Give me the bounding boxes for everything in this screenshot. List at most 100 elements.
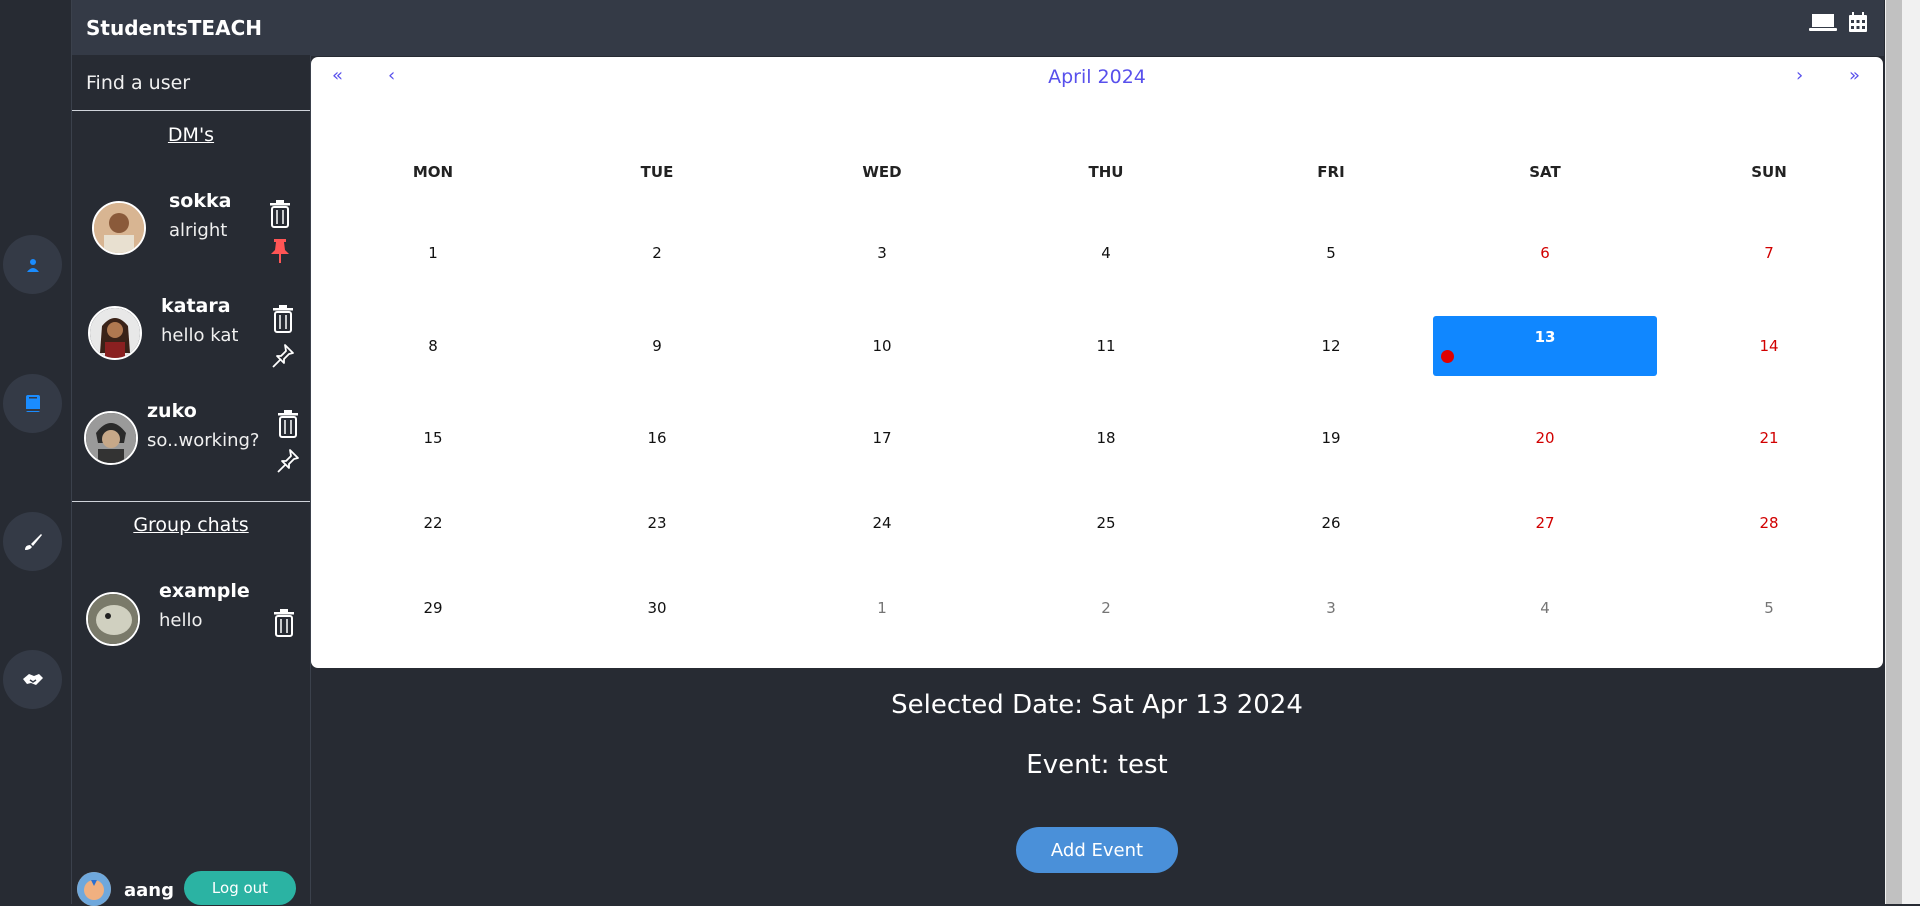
day-cell[interactable]: 3	[1219, 578, 1443, 638]
day-cell[interactable]: 16	[545, 408, 769, 468]
day-number: 19	[1321, 429, 1341, 447]
day-number: 13	[1534, 328, 1556, 346]
day-cell[interactable]: 17	[770, 408, 994, 468]
avatar	[84, 411, 138, 465]
dm-item-zuko[interactable]: zuko so..working?	[72, 390, 310, 490]
dm-section-title: DM's	[167, 124, 215, 146]
day-cell[interactable]: 11	[994, 316, 1218, 376]
group-item-example[interactable]: example hello	[72, 572, 310, 672]
weekday-sun: SUN	[1751, 163, 1787, 181]
day-cell[interactable]: 3	[770, 223, 994, 283]
day-cell[interactable]: 27	[1433, 493, 1657, 553]
next-year-button[interactable]: »	[1849, 65, 1860, 86]
day-cell[interactable]: 14	[1657, 316, 1881, 376]
avatar	[92, 201, 146, 255]
day-number: 3	[1326, 599, 1336, 617]
day-number: 9	[652, 337, 662, 355]
book-icon	[25, 394, 40, 412]
courses-nav-button[interactable]	[3, 374, 62, 433]
day-cell[interactable]: 29	[321, 578, 545, 638]
day-number: 3	[877, 244, 887, 262]
day-number: 4	[1540, 599, 1550, 617]
month-label[interactable]: April 2024	[311, 66, 1883, 88]
day-cell[interactable]: 28	[1657, 493, 1881, 553]
day-number: 16	[647, 429, 667, 447]
scrollbar-thumb[interactable]	[1886, 0, 1902, 904]
day-cell[interactable]: 21	[1657, 408, 1881, 468]
day-cell[interactable]: 18	[994, 408, 1218, 468]
trash-icon[interactable]	[271, 305, 295, 333]
calendar: « ‹ April 2024 › » MON TUE WED THU FRI SAT SUN…	[311, 57, 1883, 668]
selected-date-text: Selected Date: Sat Apr 13 2024	[891, 690, 1303, 720]
group-section-title: Group chats	[133, 514, 249, 536]
day-cell[interactable]: 20	[1433, 408, 1657, 468]
day-number: 29	[423, 599, 443, 617]
dm-name: zuko	[147, 400, 197, 422]
dm-last-message: alright	[169, 220, 228, 241]
pin-outline-icon[interactable]	[276, 448, 300, 474]
day-cell[interactable]: 2	[545, 223, 769, 283]
day-number: 17	[872, 429, 892, 447]
day-cell[interactable]: 12	[1219, 316, 1443, 376]
day-cell[interactable]: 4	[1433, 578, 1657, 638]
day-cell[interactable]: 19	[1219, 408, 1443, 468]
day-number: 7	[1764, 244, 1774, 262]
day-number: 27	[1535, 514, 1555, 532]
day-number: 24	[872, 514, 892, 532]
day-number: 18	[1096, 429, 1116, 447]
day-cell[interactable]: 15	[321, 408, 545, 468]
day-cell[interactable]: 26	[1219, 493, 1443, 553]
weekday-sat: SAT	[1529, 163, 1561, 181]
day-cell[interactable]: 10	[770, 316, 994, 376]
day-cell[interactable]: 22	[321, 493, 545, 553]
day-number: 5	[1764, 599, 1774, 617]
add-event-button[interactable]: Add Event	[1016, 827, 1178, 873]
day-cell[interactable]: 4	[994, 223, 1218, 283]
dm-item-katara[interactable]: katara hello kat	[72, 285, 310, 385]
day-cell[interactable]: 24	[770, 493, 994, 553]
profile-nav-button[interactable]	[3, 235, 62, 294]
day-number: 14	[1759, 337, 1779, 355]
calendar-icon[interactable]	[1849, 12, 1867, 32]
day-cell[interactable]: 1	[321, 223, 545, 283]
day-number: 26	[1321, 514, 1341, 532]
day-number: 15	[423, 429, 443, 447]
weekday-tue: TUE	[640, 163, 674, 181]
pin-filled-icon[interactable]	[268, 238, 292, 264]
trash-icon[interactable]	[268, 200, 292, 228]
day-number: 30	[647, 599, 667, 617]
day-cell[interactable]: 5	[1219, 223, 1443, 283]
trash-icon[interactable]	[272, 609, 296, 637]
day-cell[interactable]: 23	[545, 493, 769, 553]
pin-outline-icon[interactable]	[271, 343, 295, 369]
day-cell[interactable]: 30	[545, 578, 769, 638]
day-cell[interactable]: 2	[994, 578, 1218, 638]
dm-item-sokka[interactable]: sokka alright	[72, 180, 310, 280]
day-number: 28	[1759, 514, 1779, 532]
day-cell[interactable]: 8	[321, 316, 545, 376]
day-number: 25	[1096, 514, 1116, 532]
art-nav-button[interactable]	[3, 512, 62, 571]
current-user-avatar[interactable]	[77, 872, 111, 906]
logout-button[interactable]: Log out	[184, 871, 296, 905]
day-cell[interactable]: 6	[1433, 223, 1657, 283]
day-number: 23	[647, 514, 667, 532]
laptop-icon[interactable]	[1809, 12, 1837, 32]
day-cell[interactable]: 9	[545, 316, 769, 376]
day-cell[interactable]: 13	[1433, 316, 1657, 376]
day-cell[interactable]: 5	[1657, 578, 1881, 638]
dm-last-message: so..working?	[147, 430, 260, 451]
day-number: 11	[1096, 337, 1116, 355]
day-cell[interactable]: 1	[770, 578, 994, 638]
next-month-button[interactable]: ›	[1796, 65, 1803, 86]
day-cell[interactable]: 7	[1657, 223, 1881, 283]
weekday-thu: THU	[1088, 163, 1124, 181]
day-cell[interactable]: 25	[994, 493, 1218, 553]
dm-last-message: hello kat	[161, 325, 239, 346]
tutoring-nav-button[interactable]	[3, 650, 62, 709]
group-name: example	[159, 580, 250, 602]
find-user-link[interactable]: Find a user	[72, 55, 310, 111]
app-title: StudentsTEACH	[72, 0, 310, 55]
trash-icon[interactable]	[276, 410, 300, 438]
day-number: 12	[1321, 337, 1341, 355]
